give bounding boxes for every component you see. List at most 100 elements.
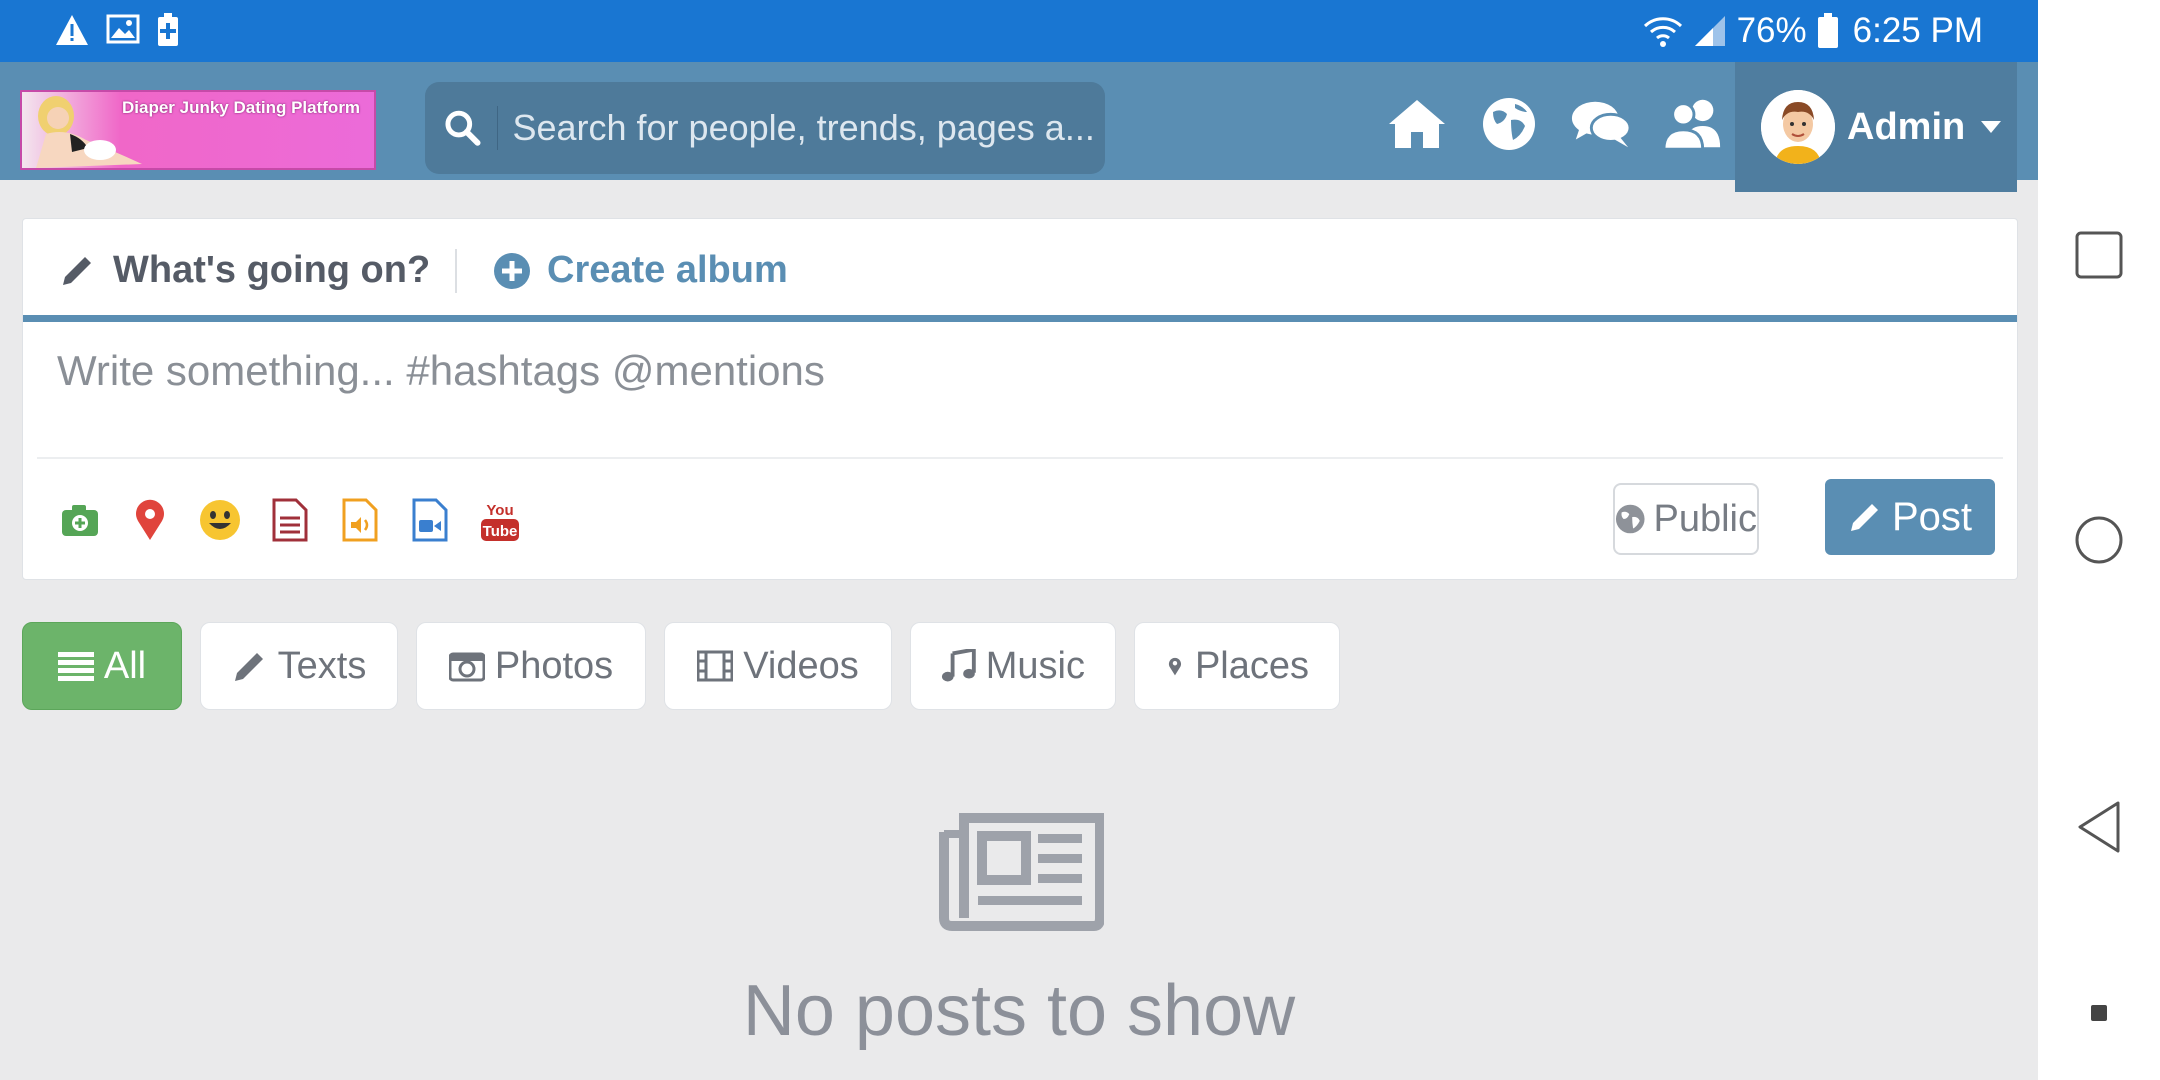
newspaper-icon [939,813,1104,931]
composer-tools: You Tube [59,497,521,543]
camera-icon [448,652,485,682]
pencil-icon [1850,504,1878,531]
app-area: 76% 6:25 PM Diaper Junky Dating Platform [0,0,2038,1080]
globe-icon [1483,98,1535,150]
post-button[interactable]: Post [1825,479,1995,555]
plus-circle-icon [494,252,530,289]
explore-button[interactable] [1478,96,1540,152]
add-photo-button[interactable] [59,497,101,543]
composer-accent-line [23,315,2017,322]
music-note-icon [941,649,976,682]
status-bar: 76% 6:25 PM [0,0,2038,62]
search-icon [445,110,481,146]
add-location-button[interactable] [129,497,171,543]
map-pin-icon [1168,657,1182,676]
privacy-button[interactable]: Public [1613,483,1759,555]
document-icon [272,498,308,542]
tab-whats-going-on[interactable]: What's going on? [59,249,430,292]
filter-photos[interactable]: Photos [416,622,646,710]
site-logo[interactable]: Diaper Junky Dating Platform [20,90,376,170]
post-label: Post [1891,494,1973,539]
keyboard-hide-button[interactable] [2038,1004,2160,1022]
filter-label: Music [985,644,1085,687]
logo-text: Diaper Junky Dating Platform [122,98,361,117]
square-icon [2075,231,2123,279]
filter-all[interactable]: All [22,622,182,710]
filter-label: All [103,644,147,687]
battery-icon [1817,13,1838,48]
avatar [1761,90,1835,164]
empty-state: No posts to show [0,812,2038,1052]
camera-plus-icon [62,505,98,536]
header-nav [1386,96,1724,152]
smiley-icon [200,500,240,540]
video-file-icon [412,498,448,542]
filter-label: Texts [277,644,367,687]
globe-icon [1615,504,1645,534]
chat-bubbles-icon [1571,101,1632,148]
battery-percent: 76% [1736,11,1807,50]
list-icon [57,652,94,681]
filter-texts[interactable]: Texts [200,622,398,710]
back-triangle-icon [2078,801,2120,853]
filter-places[interactable]: Places [1134,622,1340,710]
filter-label: Places [1194,644,1309,687]
home-system-button[interactable] [2038,515,2160,565]
tab-write-label: What's going on? [113,249,431,291]
screen: 76% 6:25 PM Diaper Junky Dating Platform [0,0,2160,1080]
wifi-icon [1643,17,1682,47]
small-square-icon [2091,1005,2107,1021]
recents-button[interactable] [2038,230,2160,280]
composer-tabs: What's going on? Create album [23,219,2017,317]
empty-message: No posts to show [742,971,1296,1051]
back-button[interactable] [2038,800,2160,854]
add-audio-button[interactable] [339,497,381,543]
caret-down-icon [1981,121,2002,133]
pencil-icon [234,653,263,681]
tab-divider [455,249,457,293]
film-icon [697,650,734,682]
filter-label: Videos [743,644,859,687]
users-icon [1662,99,1721,151]
notification-icons [54,13,180,47]
add-video-button[interactable] [409,497,451,543]
system-navigation-bar [2038,0,2160,1080]
home-button[interactable] [1386,96,1448,152]
warning-icon [56,15,88,45]
post-textarea[interactable] [57,347,1957,427]
filter-label: Photos [494,644,614,687]
avatar-icon [1761,90,1835,164]
privacy-label: Public [1653,497,1758,540]
pencil-icon [63,256,91,285]
search-input[interactable] [512,107,1105,149]
youtube-icon: You Tube [481,502,519,541]
add-file-button[interactable] [269,497,311,543]
clock: 6:25 PM [1852,11,1983,50]
user-menu[interactable]: Admin [1735,62,2017,192]
add-feeling-button[interactable] [199,497,241,543]
svg-text:Tube: Tube [483,523,518,540]
signal-icon [1694,16,1725,46]
feed-filters: All Texts Photos Videos Music Places [22,622,1340,710]
search-bar[interactable] [425,82,1105,174]
battery-saver-icon [158,13,178,46]
tab-create-album[interactable]: Create album [493,249,788,292]
top-header: Diaper Junky Dating Platform Search for … [0,62,2038,192]
home-icon [1389,100,1445,148]
filter-videos[interactable]: Videos [664,622,892,710]
map-marker-icon [136,499,164,540]
circle-icon [2075,516,2123,564]
search-divider [496,106,499,150]
post-composer: What's going on? Create album Write some… [22,218,2018,580]
add-youtube-button[interactable]: You Tube [479,497,521,543]
svg-text:You: You [486,502,513,519]
filter-music[interactable]: Music [910,622,1116,710]
composer-divider [37,457,2003,459]
tab-album-label: Create album [547,249,788,291]
friends-button[interactable] [1662,96,1724,152]
messages-button[interactable] [1570,96,1632,152]
audio-file-icon [342,498,378,542]
image-icon [106,14,140,44]
system-status: 76% 6:25 PM [1643,10,1983,52]
user-name: Admin [1847,105,1966,148]
